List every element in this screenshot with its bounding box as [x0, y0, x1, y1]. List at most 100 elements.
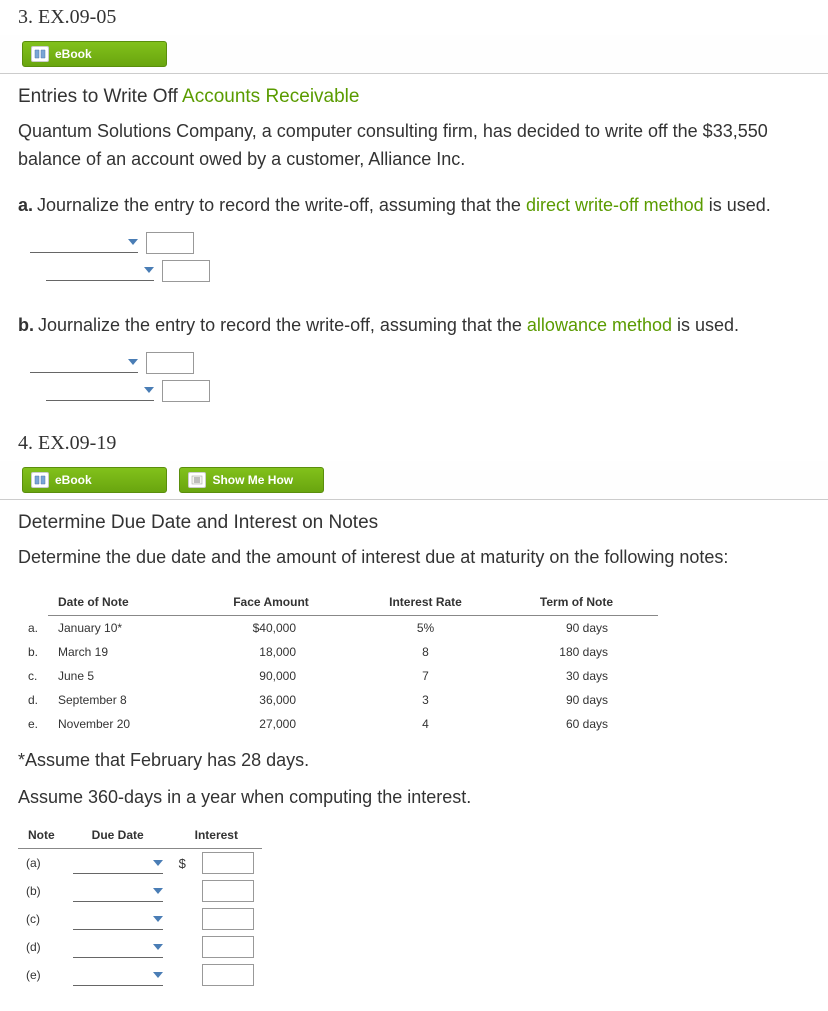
q4-footnote-1: *Assume that February has 28 days. [0, 742, 828, 779]
row-term: 60 days [495, 712, 658, 736]
q3-title: Entries to Write Off Accounts Receivable [0, 74, 828, 112]
ans-row-label: (c) [18, 905, 65, 933]
ans-due-cell [65, 961, 171, 989]
ans-interest-cell [194, 877, 262, 905]
notes-th-term: Term of Note [495, 589, 658, 616]
row-date: January 10* [48, 616, 186, 641]
q3a-entry-area [0, 226, 828, 306]
ans-due-cell [65, 933, 171, 961]
part-b-label: b. [18, 315, 34, 335]
due-date-dropdown[interactable] [73, 965, 163, 986]
q3-part-b: b.Journalize the entry to record the wri… [0, 306, 828, 346]
row-face: $40,000 [186, 616, 356, 641]
q3a-amount-input-1[interactable] [146, 232, 194, 254]
q3-intro: Quantum Solutions Company, a computer co… [0, 112, 828, 186]
ans-interest-cell [194, 933, 262, 961]
ans-row-label: (b) [18, 877, 65, 905]
row-term: 30 days [495, 664, 658, 688]
accounts-receivable-link[interactable]: Accounts Receivable [182, 86, 359, 107]
q4-footnote-2: Assume 360-days in a year when computing… [0, 779, 828, 816]
chevron-down-icon [153, 944, 163, 950]
allowance-method-link[interactable]: allowance method [527, 315, 672, 335]
ebook-label: eBook [55, 473, 92, 487]
row-face: 36,000 [186, 688, 356, 712]
answer-table: Note Due Date Interest (a)$(b)(c)(d)(e) [18, 822, 262, 989]
row-date: November 20 [48, 712, 186, 736]
q4-title: Determine Due Date and Interest on Notes [0, 500, 828, 538]
q3b-entry-area [0, 346, 828, 426]
notes-th-blank [18, 589, 48, 616]
show-me-how-button[interactable]: Show Me How [179, 467, 324, 493]
due-date-dropdown[interactable] [73, 853, 163, 874]
ans-interest-cell [194, 849, 262, 878]
ans-th-due: Due Date [65, 822, 171, 849]
row-face: 90,000 [186, 664, 356, 688]
table-row: c.June 590,000730 days [18, 664, 658, 688]
chevron-down-icon [153, 972, 163, 978]
part-b-text-after: is used. [672, 315, 739, 335]
due-date-dropdown[interactable] [73, 909, 163, 930]
show-me-how-label: Show Me How [212, 473, 293, 487]
q3a-amount-input-2[interactable] [162, 260, 210, 282]
interest-input[interactable] [202, 852, 254, 874]
ebook-button[interactable]: eBook [22, 41, 167, 67]
answer-row: (b) [18, 877, 262, 905]
part-a-text-before: Journalize the entry to record the write… [37, 195, 526, 215]
row-rate: 4 [356, 712, 495, 736]
ans-row-label: (d) [18, 933, 65, 961]
row-term: 180 days [495, 640, 658, 664]
chevron-down-icon [128, 239, 138, 245]
row-date: March 19 [48, 640, 186, 664]
q3b-account-dropdown-2[interactable] [46, 380, 154, 401]
list-icon [188, 472, 206, 488]
direct-writeoff-link[interactable]: direct write-off method [526, 195, 704, 215]
row-label: c. [18, 664, 48, 688]
row-label: a. [18, 616, 48, 641]
row-rate: 3 [356, 688, 495, 712]
notes-th-date: Date of Note [48, 589, 186, 616]
q3a-entry-row-2 [46, 260, 810, 282]
row-face: 18,000 [186, 640, 356, 664]
q3b-entry-row-1 [30, 352, 810, 374]
interest-input[interactable] [202, 880, 254, 902]
part-a-text-after: is used. [704, 195, 771, 215]
row-date: June 5 [48, 664, 186, 688]
q3-button-bar: eBook [0, 35, 828, 74]
ebook-button[interactable]: eBook [22, 467, 167, 493]
chevron-down-icon [144, 267, 154, 273]
row-date: September 8 [48, 688, 186, 712]
q3b-amount-input-1[interactable] [146, 352, 194, 374]
ans-interest-cell [194, 961, 262, 989]
part-b-text-before: Journalize the entry to record the write… [38, 315, 527, 335]
ebook-label: eBook [55, 47, 92, 61]
due-date-dropdown[interactable] [73, 881, 163, 902]
interest-input[interactable] [202, 908, 254, 930]
q3b-entry-row-2 [46, 380, 810, 402]
ans-interest-cell [194, 905, 262, 933]
interest-input[interactable] [202, 964, 254, 986]
notes-th-face: Face Amount [186, 589, 356, 616]
q3a-account-dropdown-1[interactable] [30, 232, 138, 253]
chevron-down-icon [144, 387, 154, 393]
chevron-down-icon [153, 860, 163, 866]
q3b-account-dropdown-1[interactable] [30, 352, 138, 373]
book-icon [31, 46, 49, 62]
dollar-sign [171, 961, 194, 989]
q3a-account-dropdown-2[interactable] [46, 260, 154, 281]
ans-due-cell [65, 849, 171, 878]
q3a-entry-row-1 [30, 232, 810, 254]
table-row: b.March 1918,0008180 days [18, 640, 658, 664]
ans-due-cell [65, 877, 171, 905]
row-label: b. [18, 640, 48, 664]
answer-row: (c) [18, 905, 262, 933]
answer-row: (a)$ [18, 849, 262, 878]
due-date-dropdown[interactable] [73, 937, 163, 958]
q4-button-bar: eBook Show Me How [0, 461, 828, 500]
row-label: e. [18, 712, 48, 736]
dollar-sign [171, 933, 194, 961]
interest-input[interactable] [202, 936, 254, 958]
row-term: 90 days [495, 688, 658, 712]
chevron-down-icon [128, 359, 138, 365]
q3b-amount-input-2[interactable] [162, 380, 210, 402]
chevron-down-icon [153, 888, 163, 894]
